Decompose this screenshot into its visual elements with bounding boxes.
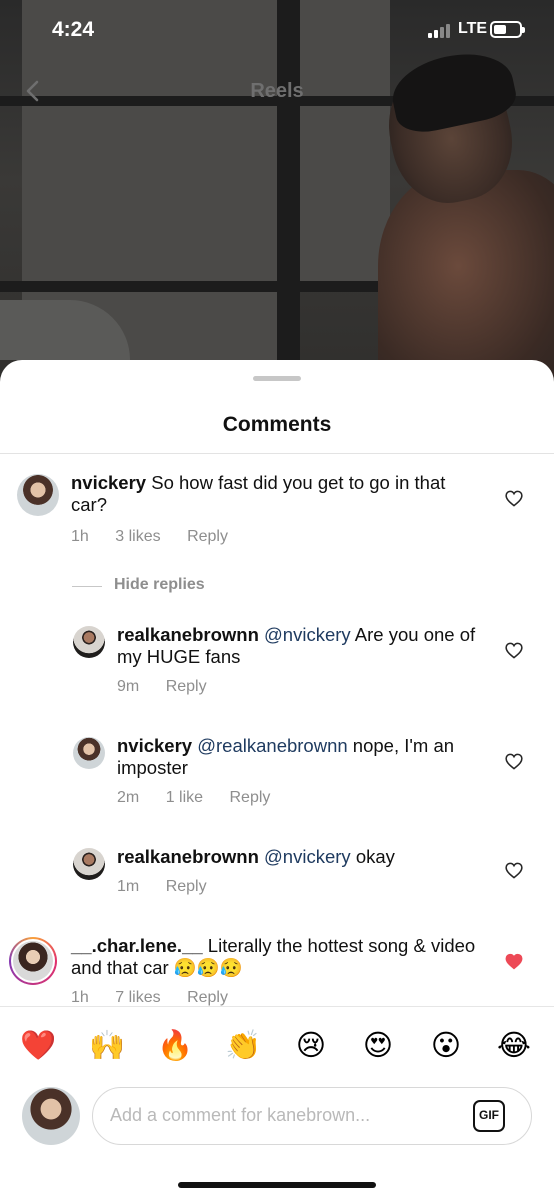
comment-input[interactable]: Add a comment for kanebrown... GIF — [92, 1087, 532, 1145]
mention-link[interactable]: @nvickery — [264, 846, 351, 867]
comment-text: realkanebrownn @nvickery Are you one of … — [117, 624, 477, 668]
emoji-fire-button[interactable]: 🔥 — [155, 1025, 195, 1065]
comment-text: nvickery @realkanebrownn nope, I'm an im… — [117, 735, 477, 779]
current-user-avatar — [22, 1087, 80, 1145]
comment-likes[interactable]: 1 like — [166, 789, 203, 806]
reply-button[interactable]: Reply — [187, 528, 228, 545]
comment-meta: 9m Reply — [117, 678, 229, 696]
sheet-title: Comments — [222, 413, 332, 436]
mention-link[interactable]: @realkanebrownn — [197, 735, 347, 756]
battery-icon — [490, 21, 525, 38]
emoji-crying-button[interactable]: 😢 — [291, 1025, 331, 1065]
comment-username[interactable]: __.char.lene.__ — [71, 935, 203, 956]
comment-time: 9m — [117, 678, 140, 695]
avatar[interactable] — [9, 937, 57, 985]
comment-meta: 1m Reply — [117, 878, 229, 896]
home-indicator — [178, 1182, 376, 1188]
heart-icon[interactable] — [505, 862, 523, 879]
comment-username[interactable]: realkanebrownn — [117, 846, 259, 867]
heart-filled-icon[interactable] — [505, 953, 523, 970]
emoji-heart-eyes-button[interactable]: 😍 — [358, 1025, 398, 1065]
gif-button[interactable]: GIF — [473, 1100, 505, 1132]
comment-likes[interactable]: 3 likes — [115, 528, 160, 545]
comment-meta: 2m 1 like Reply — [117, 789, 292, 807]
emoji-heart-button[interactable]: ❤️ — [18, 1025, 58, 1065]
status-time: 4:24 — [52, 18, 95, 41]
comment-time: 1h — [71, 528, 89, 545]
comment-time: 1h — [71, 989, 89, 1006]
heart-icon[interactable] — [505, 490, 523, 507]
emoji-raised-hands-button[interactable]: 🙌 — [87, 1025, 127, 1065]
status-bar: 4:24 LTE — [0, 0, 554, 60]
hide-replies-button[interactable]: Hide replies — [114, 576, 205, 594]
reply-button[interactable]: Reply — [166, 878, 207, 895]
emoji-laughing-button[interactable]: 😂 — [494, 1025, 534, 1065]
avatar[interactable] — [17, 474, 59, 516]
divider — [72, 586, 102, 587]
reply-button[interactable]: Reply — [166, 678, 207, 695]
divider — [0, 453, 554, 454]
comment-username[interactable]: nvickery — [117, 735, 192, 756]
comment-placeholder: Add a comment for kanebrown... — [110, 1105, 371, 1125]
reels-title: Reels — [250, 80, 304, 102]
sheet-drag-handle[interactable] — [253, 376, 301, 381]
comment-text: nvickery So how fast did you get to go i… — [71, 472, 481, 516]
emoji-clap-button[interactable]: 👏 — [223, 1025, 263, 1065]
comment-meta: 1h 7 likes Reply — [71, 989, 250, 1007]
emoji-surprised-button[interactable]: 😮 — [426, 1025, 466, 1065]
comment-meta: 1h 3 likes Reply — [71, 528, 250, 546]
comment-text: realkanebrownn @nvickery okay — [117, 846, 477, 868]
network-type: LTE — [458, 20, 488, 37]
comment-time: 2m — [117, 789, 140, 806]
emoji-quick-bar: ❤️ 🙌 🔥 👏 😢 😍 😮 😂 — [0, 1025, 554, 1069]
reels-header: Reels — [0, 70, 554, 114]
avatar[interactable] — [73, 737, 105, 769]
reply-button[interactable]: Reply — [187, 989, 228, 1006]
avatar[interactable] — [73, 848, 105, 880]
comment-body: okay — [355, 846, 395, 867]
reply-button[interactable]: Reply — [230, 789, 271, 806]
heart-icon[interactable] — [505, 642, 523, 659]
avatar[interactable] — [73, 626, 105, 658]
comment-time: 1m — [117, 878, 140, 895]
comment-username[interactable]: nvickery — [71, 472, 146, 493]
reel-video-background — [0, 0, 554, 400]
comment-text: __.char.lene.__ Literally the hottest so… — [71, 935, 481, 979]
cellular-signal-icon — [428, 22, 454, 38]
mention-link[interactable]: @nvickery — [264, 624, 351, 645]
comment-likes[interactable]: 7 likes — [115, 989, 160, 1006]
heart-icon[interactable] — [505, 753, 523, 770]
comment-composer-panel: ❤️ 🙌 🔥 👏 😢 😍 😮 😂 Add a comment for kaneb… — [0, 1006, 554, 1200]
comment-username[interactable]: realkanebrownn — [117, 624, 259, 645]
